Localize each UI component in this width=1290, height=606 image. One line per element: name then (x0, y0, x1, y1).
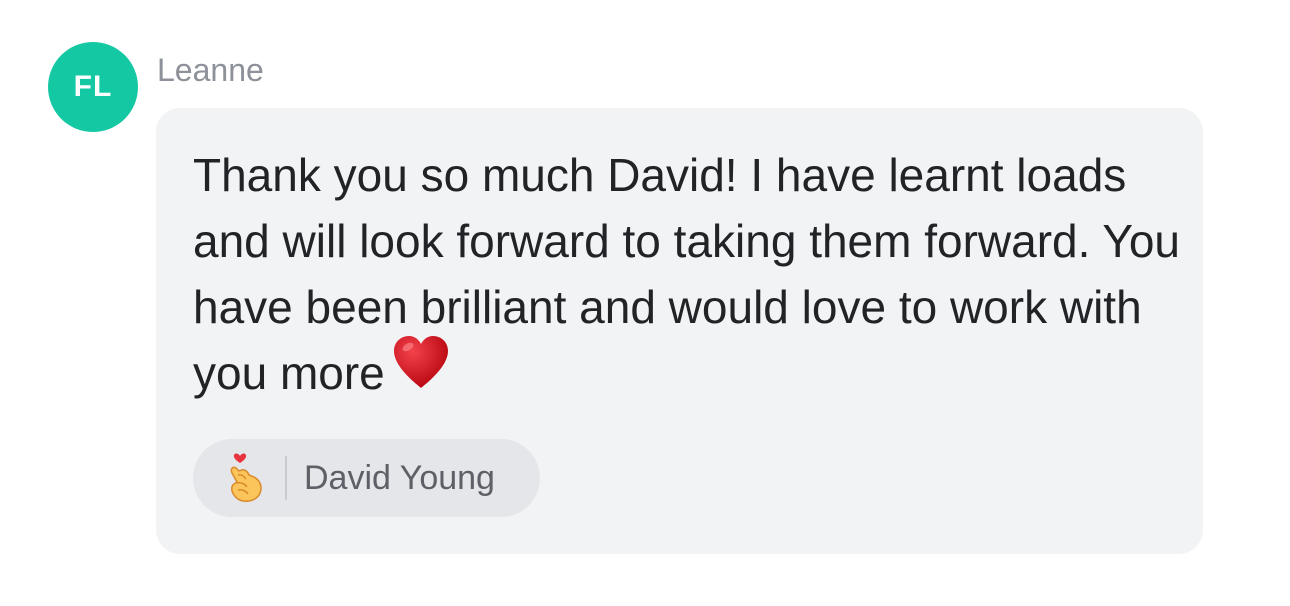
reaction-divider (285, 456, 287, 500)
red-heart-icon (391, 334, 451, 407)
message-text: Thank you so much David! I have learnt l… (193, 142, 1183, 413)
sender-name[interactable]: Leanne (157, 50, 264, 90)
reaction-pill[interactable]: David Young (193, 439, 540, 517)
finger-heart-icon (225, 452, 265, 504)
reactor-name: David Young (304, 458, 495, 497)
chat-message-view: FL Leanne Thank you so much David! I hav… (0, 0, 1290, 606)
message-bubble[interactable]: Thank you so much David! I have learnt l… (156, 108, 1203, 554)
message-body: Thank you so much David! I have learnt l… (193, 149, 1180, 399)
avatar-initials: FL (73, 70, 113, 103)
avatar[interactable]: FL (48, 42, 138, 132)
